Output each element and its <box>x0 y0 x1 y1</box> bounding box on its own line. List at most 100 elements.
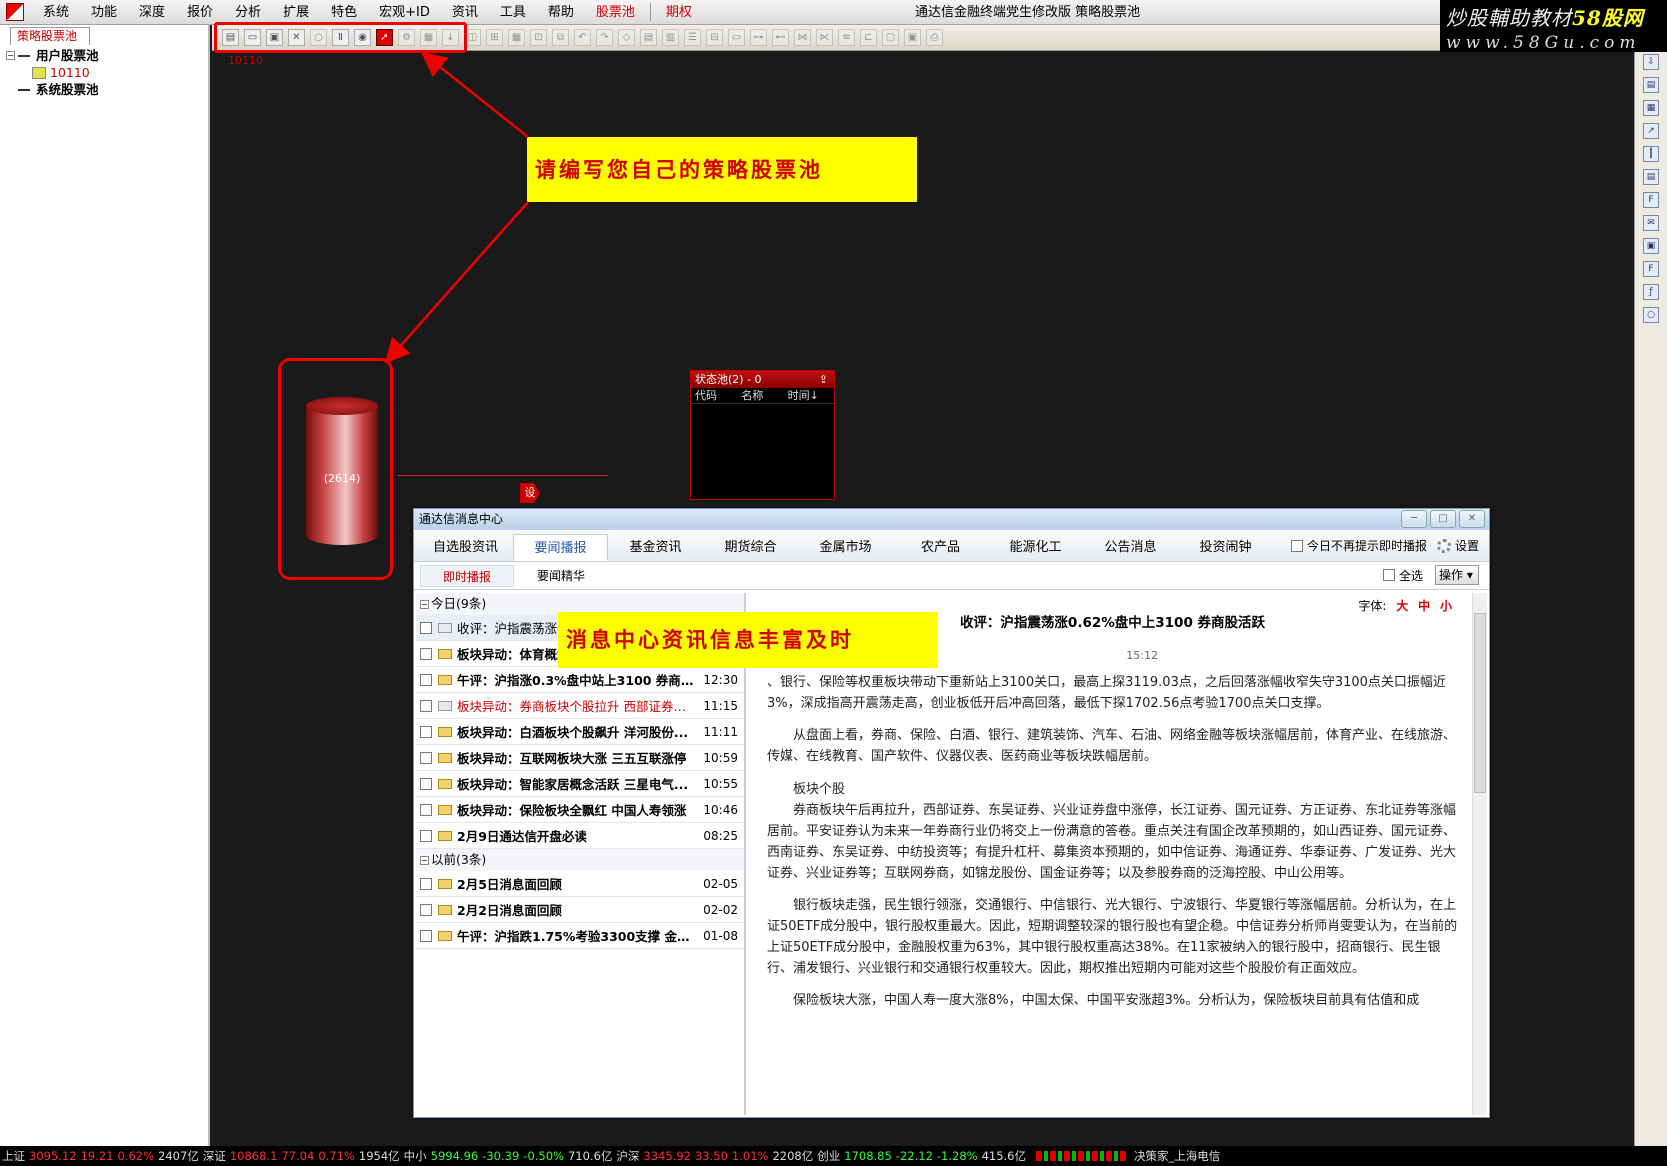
news-row[interactable]: 2月5日消息面回顾 02-05 <box>416 871 744 897</box>
grid-icon[interactable]: ▦ <box>508 29 525 46</box>
tab-category-8[interactable]: 投资闹钟 <box>1178 534 1273 561</box>
menu-item-3[interactable]: 报价 <box>176 0 224 25</box>
undo-icon[interactable]: ↶ <box>574 29 591 46</box>
quote-icon[interactable]: ▤ <box>1643 77 1659 93</box>
box-icon[interactable]: ▭ <box>728 29 745 46</box>
branch-icon[interactable]: ⊷ <box>772 29 789 46</box>
menu-item-2[interactable]: 深度 <box>128 0 176 25</box>
col-name[interactable]: 名称 <box>741 388 787 403</box>
menu-stock-pool[interactable]: 股票池 <box>585 0 646 25</box>
article-scrollbar[interactable] <box>1472 593 1487 1115</box>
tab-news-highlights[interactable]: 要闻精华 <box>514 565 608 587</box>
news-row[interactable]: 午评：沪指跌1.75%考验3300支撑 金融板... 01-08 <box>416 923 744 949</box>
close-icon[interactable]: ✕ <box>1459 510 1485 528</box>
menu-item-1[interactable]: 功能 <box>80 0 128 25</box>
operate-dropdown[interactable]: 操作 ▾ <box>1435 565 1479 585</box>
col-time[interactable]: 时间↓ <box>788 388 834 403</box>
menu-options[interactable]: 期权 <box>655 0 703 25</box>
trend-icon[interactable]: ↗ <box>1643 123 1659 139</box>
font-large[interactable]: 大 <box>1396 599 1408 613</box>
row-checkbox[interactable] <box>420 621 432 634</box>
news-row[interactable]: 2月9日通达信开盘必读 08:25 <box>416 823 744 849</box>
minimize-icon[interactable]: ─ <box>1401 510 1427 528</box>
news-row[interactable]: 午评：沪指涨0.3%盘中站上3100 券商股... 12:30 <box>416 667 744 693</box>
tab-category-1[interactable]: 要闻播报 <box>513 534 608 561</box>
tree-item-user-pool[interactable]: − 用户股票池 <box>6 47 208 64</box>
copy-icon[interactable]: ⧉ <box>552 29 569 46</box>
row-checkbox[interactable] <box>420 803 432 816</box>
row-checkbox[interactable] <box>420 877 432 890</box>
tab-category-3[interactable]: 期货综合 <box>703 534 798 561</box>
chart-icon[interactable]: ▥ <box>662 29 679 46</box>
news-icon[interactable]: ✉ <box>1643 215 1659 231</box>
bracket-icon[interactable]: ⊏ <box>860 29 877 46</box>
panel-icon[interactable]: ▣ <box>904 29 921 46</box>
table-icon[interactable]: ▤ <box>640 29 657 46</box>
tree-item-system-pool[interactable]: 系统股票池 <box>6 81 208 98</box>
no-prompt-checkbox[interactable] <box>1290 539 1303 552</box>
fx-icon[interactable]: ƒ <box>1643 284 1659 300</box>
settings-link[interactable]: 设置 <box>1455 537 1479 554</box>
tab-category-0[interactable]: 自选股资讯 <box>418 534 513 561</box>
menu-item-4[interactable]: 分析 <box>224 0 272 25</box>
menu-item-10[interactable]: 帮助 <box>537 0 585 25</box>
row-checkbox[interactable] <box>420 647 432 660</box>
redo-icon[interactable]: ↷ <box>596 29 613 46</box>
f10-icon[interactable]: F <box>1643 192 1659 208</box>
grid-icon[interactable]: ▦ <box>1643 100 1659 116</box>
filter-icon[interactable]: ⊟ <box>706 29 723 46</box>
tab-category-5[interactable]: 农产品 <box>893 534 988 561</box>
news-row[interactable]: 板块异动：白酒板块个股飙升 洋河股份... 11:11 <box>416 719 744 745</box>
row-checkbox[interactable] <box>420 929 432 942</box>
align-icon[interactable]: ≡ <box>838 29 855 46</box>
tab-category-6[interactable]: 能源化工 <box>988 534 1083 561</box>
menu-item-0[interactable]: 系统 <box>32 0 80 25</box>
font-medium[interactable]: 中 <box>1418 599 1430 613</box>
maximize-icon[interactable]: □ <box>1430 510 1456 528</box>
down-icon[interactable]: ⇩ <box>1643 54 1659 70</box>
gear-icon[interactable] <box>1436 538 1451 553</box>
split-icon[interactable]: ⋉ <box>816 29 833 46</box>
tree-collapse-icon[interactable]: − <box>6 51 15 60</box>
diamond-icon[interactable]: ◇ <box>618 29 635 46</box>
menu-item-9[interactable]: 工具 <box>489 0 537 25</box>
news-row[interactable]: 板块异动：保险板块全飘红 中国人寿领涨 10:46 <box>416 797 744 823</box>
state-pool-panel[interactable]: 状态池(2) - 0 ⇪ 代码 名称 时间↓ <box>690 370 835 500</box>
row-checkbox[interactable] <box>420 903 432 916</box>
news-row[interactable]: 板块异动：互联网板块大涨 三五互联涨停 10:59 <box>416 745 744 771</box>
news-row[interactable]: 板块异动：券商板块个股拉升 西部证券冲击... 11:15 <box>416 693 744 719</box>
row-checkbox[interactable] <box>420 725 432 738</box>
tree-item-10110[interactable]: 10110 <box>6 64 208 81</box>
table-icon[interactable]: ▤ <box>1643 169 1659 185</box>
row-checkbox[interactable] <box>420 673 432 686</box>
link-icon[interactable]: ⊡ <box>530 29 547 46</box>
print-icon[interactable]: ⎙ <box>926 29 943 46</box>
news-row[interactable]: 板块异动：智能家居概念活跃 三星电气... 10:55 <box>416 771 744 797</box>
list-icon[interactable]: ☰ <box>684 29 701 46</box>
menu-item-7[interactable]: 宏观+ID <box>368 0 441 25</box>
tab-category-4[interactable]: 金属市场 <box>798 534 893 561</box>
news-center-window[interactable]: 通达信消息中心 ─ □ ✕ 自选股资讯 要闻播报 基金资讯 期货综合 金属市场 农产品 能源… <box>413 508 1490 1118</box>
tree-icon[interactable]: ⊶ <box>750 29 767 46</box>
row-checkbox[interactable] <box>420 829 432 842</box>
window-icon[interactable]: ▢ <box>882 29 899 46</box>
tab-category-7[interactable]: 公告消息 <box>1083 534 1178 561</box>
collapse-icon[interactable]: − <box>420 599 429 609</box>
font-small[interactable]: 小 <box>1440 599 1452 613</box>
circle-icon[interactable]: ○ <box>1643 307 1659 323</box>
menu-item-5[interactable]: 扩展 <box>272 0 320 25</box>
row-checkbox[interactable] <box>420 751 432 764</box>
merge-icon[interactable]: ⋈ <box>794 29 811 46</box>
menu-item-6[interactable]: 特色 <box>320 0 368 25</box>
tab-instant-broadcast[interactable]: 即时播报 <box>420 564 514 587</box>
f2-icon[interactable]: F <box>1643 261 1659 277</box>
scroll-thumb[interactable] <box>1474 613 1486 793</box>
pin-icon[interactable]: ⇪ <box>819 371 828 388</box>
news-group[interactable]: − 以前(3条) <box>416 849 744 871</box>
row-checkbox[interactable] <box>420 699 432 712</box>
col-code[interactable]: 代码 <box>695 388 741 403</box>
collapse-icon[interactable]: − <box>420 855 429 865</box>
tab-strategy-pool[interactable]: 策略股票池 <box>10 27 90 45</box>
menu-item-8[interactable]: 资讯 <box>441 0 489 25</box>
news-title-bar[interactable]: 通达信消息中心 ─ □ ✕ <box>414 509 1489 530</box>
